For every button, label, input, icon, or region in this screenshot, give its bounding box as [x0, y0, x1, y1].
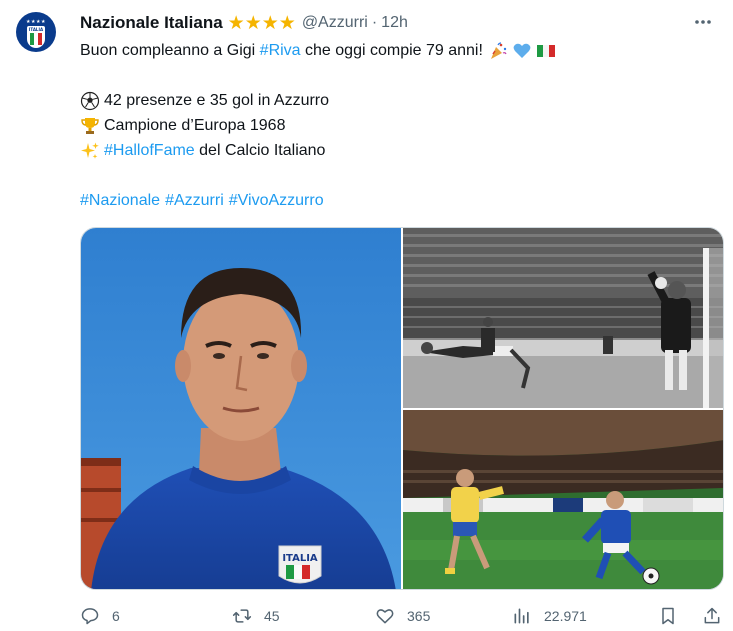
media-grid: ITALIA — [80, 227, 724, 590]
color-match-illustration — [403, 410, 723, 589]
hashtag-riva[interactable]: #Riva — [260, 39, 301, 63]
figc-shield-logo: ITALIA — [27, 25, 45, 48]
photo-diving-header[interactable] — [403, 228, 723, 408]
bookmark-icon — [662, 607, 674, 625]
like-count: 365 — [407, 608, 431, 624]
views-button[interactable]: 22.971 — [512, 604, 587, 628]
analytics-icon — [514, 608, 529, 624]
avatar-stars: ★★★★ — [26, 18, 46, 25]
heart-icon — [376, 609, 394, 624]
bw-match-illustration — [403, 228, 723, 408]
bookmark-button[interactable] — [658, 604, 678, 628]
photo-color-match[interactable] — [403, 410, 723, 589]
author-handle[interactable]: @Azzurri — [302, 14, 368, 32]
reply-icon — [81, 608, 99, 625]
text-segment: Buon compleanno a Gigi — [80, 41, 260, 59]
euro-champion-text: Campione d’Europa 1968 — [104, 116, 286, 134]
header-separator: · — [371, 14, 378, 31]
reply-count: 6 — [112, 608, 120, 624]
blue-heart-icon — [513, 43, 531, 58]
italy-flag-icon — [536, 44, 555, 57]
hashtag-nazionale[interactable]: #Nazionale — [80, 189, 160, 213]
action-bar: 6 45 365 22.971 — [72, 604, 722, 628]
like-button[interactable]: 365 — [375, 604, 430, 628]
verified-stars-badge: ★★★★ — [227, 12, 296, 34]
tweet-line-2: 42 presenze e 35 gol in Azzurro — [80, 88, 710, 113]
tweet-timestamp[interactable]: 12h — [381, 14, 408, 32]
tweet-line-1: Buon compleanno a Gigi #Riva che oggi co… — [80, 38, 710, 63]
hashtag-azzurri[interactable]: #Azzurri — [165, 189, 224, 213]
caps-goals-text: 42 presenze e 35 gol in Azzurro — [104, 91, 330, 109]
repost-icon — [232, 609, 252, 623]
more-horizontal-icon — [695, 20, 711, 24]
author-name[interactable]: Nazionale Italiana — [80, 13, 223, 33]
photo-portrait[interactable]: ITALIA — [81, 228, 401, 589]
repost-count: 45 — [264, 608, 280, 624]
portrait-illustration: ITALIA — [81, 228, 401, 589]
tweet-header: Nazionale Italiana ★★★★ @Azzurri · 12h — [80, 12, 408, 34]
sparkles-icon — [81, 142, 99, 159]
jersey-badge-text: ITALIA — [282, 553, 318, 564]
tweet[interactable]: ★★★★ ITALIA Nazionale Italiana ★★★★ @Azz… — [0, 0, 733, 631]
text-segment: del Calcio Italiano — [194, 141, 326, 159]
tweet-hashtags: #Nazionale #Azzurri #VivoAzzurro — [80, 188, 710, 213]
soccer-ball-icon — [80, 91, 100, 110]
more-options-button[interactable] — [691, 10, 715, 34]
views-count: 22.971 — [544, 608, 587, 624]
tweet-text: Buon compleanno a Gigi #Riva che oggi co… — [80, 38, 710, 213]
tweet-line-3: Campione d’Europa 1968 — [80, 113, 710, 138]
text-segment: che oggi compie 79 anni! — [300, 41, 483, 59]
trophy-icon — [81, 117, 99, 134]
hashtag-halloffame[interactable]: #HallofFame — [104, 139, 195, 163]
reply-button[interactable]: 6 — [80, 604, 120, 628]
tweet-line-4: #HallofFame del Calcio Italiano — [80, 138, 710, 163]
share-button[interactable] — [702, 604, 722, 628]
avatar[interactable]: ★★★★ ITALIA — [16, 12, 56, 52]
avatar-logo-text: ITALIA — [28, 26, 44, 32]
party-popper-icon — [490, 41, 507, 59]
share-icon — [704, 607, 720, 624]
hashtag-vivoazzurro[interactable]: #VivoAzzurro — [229, 189, 324, 213]
repost-button[interactable]: 45 — [232, 604, 280, 628]
